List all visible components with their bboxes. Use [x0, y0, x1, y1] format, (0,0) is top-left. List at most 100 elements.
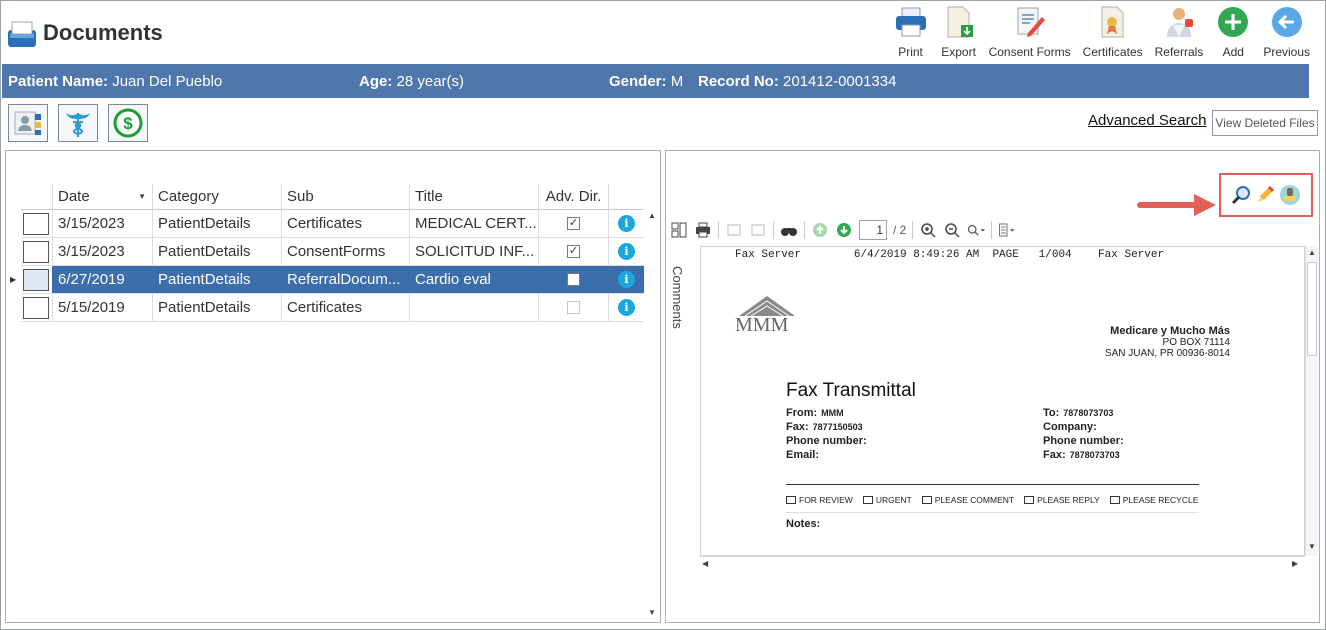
grid-header: Date ▼ Category Sub Title Adv. Dir.: [21, 184, 644, 210]
table-row[interactable]: 5/15/2019 PatientDetails Certificates i: [21, 294, 644, 322]
comments-tab[interactable]: Comments: [670, 266, 690, 346]
header: Documents Print Export Consent Forms Cer…: [0, 0, 1326, 64]
zoom-in-icon[interactable]: [919, 221, 937, 239]
row-select-box[interactable]: [23, 297, 49, 319]
cell-category: PatientDetails: [153, 238, 282, 265]
back-arrow-icon: [1269, 4, 1305, 40]
info-icon[interactable]: i: [618, 215, 635, 232]
cell-info: i: [609, 238, 644, 265]
row-selector: [21, 294, 53, 321]
row-selector: [21, 238, 53, 265]
cell-adv-dir: [539, 294, 609, 321]
zoom-menu-icon[interactable]: [967, 221, 986, 239]
cell-date: 3/15/2023: [53, 210, 153, 237]
table-row-selected[interactable]: ▶ 6/27/2019 PatientDetails ReferralDocum…: [10, 266, 644, 294]
toolbar-separator: [991, 221, 993, 239]
document-horizontal-scrollbar[interactable]: ◀ ▶: [700, 556, 1305, 570]
document-page[interactable]: Fax Server 6/4/2019 8:49:26 AM PAGE 1/00…: [700, 246, 1305, 556]
find-binoculars-icon[interactable]: [780, 221, 798, 239]
column-header-adv-dir[interactable]: Adv. Dir.: [539, 184, 609, 209]
info-icon[interactable]: i: [618, 299, 635, 316]
zoom-out-icon[interactable]: [943, 221, 961, 239]
scroll-right-icon[interactable]: ▶: [1292, 559, 1298, 568]
previous-page-icon[interactable]: [811, 221, 829, 239]
viewer-toolbar: 1 / 2: [670, 219, 1016, 241]
row-select-box[interactable]: [23, 269, 49, 291]
cell-sub: ReferralDocum...: [282, 266, 410, 293]
table-row[interactable]: 3/15/2023 PatientDetails Certificates ME…: [21, 210, 644, 238]
cell-info: i: [609, 294, 644, 321]
last-page-icon[interactable]: [749, 221, 767, 239]
scroll-thumb[interactable]: [1307, 262, 1317, 356]
thumbnails-icon[interactable]: [670, 221, 688, 239]
advanced-search-link[interactable]: Advanced Search: [1088, 112, 1206, 129]
option-please-comment: PLEASE COMMENT: [921, 495, 1014, 505]
medical-filter-button[interactable]: [58, 104, 98, 142]
documents-tray-icon: [8, 21, 36, 47]
grid-scroll-down-icon[interactable]: ▼: [646, 608, 658, 620]
notes-label: Notes:: [786, 518, 821, 530]
red-arrow-icon: [1137, 194, 1216, 216]
first-page-icon[interactable]: [725, 221, 743, 239]
current-row-pointer-icon: ▶: [10, 275, 17, 284]
add-button[interactable]: Add: [1209, 4, 1257, 62]
print-label: Print: [898, 45, 923, 59]
cell-category: PatientDetails: [153, 294, 282, 321]
toolbar-separator: [912, 221, 914, 239]
cell-date: 6/27/2019: [53, 266, 153, 293]
adv-dir-checkbox[interactable]: ✓: [567, 217, 580, 230]
page-total: / 2: [893, 223, 907, 237]
add-label: Add: [1222, 45, 1244, 59]
export-label: Export: [941, 45, 976, 59]
column-header-date[interactable]: Date ▼: [53, 184, 153, 209]
document-vertical-scrollbar[interactable]: ▲ ▼: [1305, 246, 1318, 556]
referrals-label: Referrals: [1154, 45, 1204, 59]
scroll-up-icon[interactable]: ▲: [1308, 248, 1316, 257]
cell-adv-dir: ✓: [539, 210, 609, 237]
annotation-tools-highlight: [1219, 173, 1313, 217]
company-field: Company:: [1043, 421, 1097, 433]
adv-dir-checkbox[interactable]: ✓: [567, 245, 580, 258]
viewer-print-icon[interactable]: [694, 221, 712, 239]
print-button[interactable]: Print: [887, 4, 935, 62]
page-layout-menu-icon[interactable]: [998, 221, 1016, 239]
header-indicator: [21, 184, 53, 209]
certificates-button[interactable]: Certificates: [1077, 4, 1149, 62]
printer-icon: [893, 4, 929, 40]
scroll-left-icon[interactable]: ◀: [702, 559, 708, 568]
adv-dir-checkbox[interactable]: [567, 273, 580, 286]
view-deleted-files-button[interactable]: View Deleted Files: [1212, 110, 1318, 136]
grid-scroll-up-icon[interactable]: ▲: [646, 211, 658, 223]
billing-filter-button[interactable]: $: [108, 104, 148, 142]
cell-title: MEDICAL CERT...: [410, 210, 539, 237]
info-icon[interactable]: i: [618, 271, 635, 288]
phone-field: Phone number:: [786, 435, 867, 447]
cell-title: SOLICITUD INF...: [410, 238, 539, 265]
row-select-box[interactable]: [23, 241, 49, 263]
svg-text:$: $: [123, 114, 133, 133]
cell-sub: Certificates: [282, 210, 410, 237]
table-row[interactable]: 3/15/2023 PatientDetails ConsentForms SO…: [21, 238, 644, 266]
adv-dir-checkbox[interactable]: [567, 301, 580, 314]
page-number-input[interactable]: 1: [859, 220, 887, 240]
certificates-label: Certificates: [1082, 45, 1143, 59]
column-header-category[interactable]: Category: [153, 184, 282, 209]
export-button[interactable]: Export: [935, 4, 983, 62]
logo-text: MMM: [735, 314, 789, 336]
patient-details-filter-button[interactable]: [8, 104, 48, 142]
column-header-sub[interactable]: Sub: [282, 184, 410, 209]
document-viewer-panel: 1 / 2 Comments Fax Server 6/4/2019 8:49:…: [665, 150, 1320, 623]
referrals-button[interactable]: Referrals: [1149, 4, 1210, 62]
pencil-icon[interactable]: [1255, 185, 1275, 205]
scroll-down-icon[interactable]: ▼: [1308, 542, 1316, 551]
next-page-icon[interactable]: [835, 221, 853, 239]
consent-forms-button[interactable]: Consent Forms: [983, 4, 1077, 62]
stamp-icon[interactable]: [1279, 184, 1301, 206]
info-icon[interactable]: i: [618, 243, 635, 260]
column-header-title[interactable]: Title: [410, 184, 539, 209]
referrals-icon: [1161, 4, 1197, 40]
magnifier-icon[interactable]: [1231, 185, 1251, 205]
option-please-recycle: PLEASE RECYCLE: [1109, 495, 1198, 505]
previous-button[interactable]: Previous: [1257, 4, 1316, 62]
row-select-box[interactable]: [23, 213, 49, 235]
